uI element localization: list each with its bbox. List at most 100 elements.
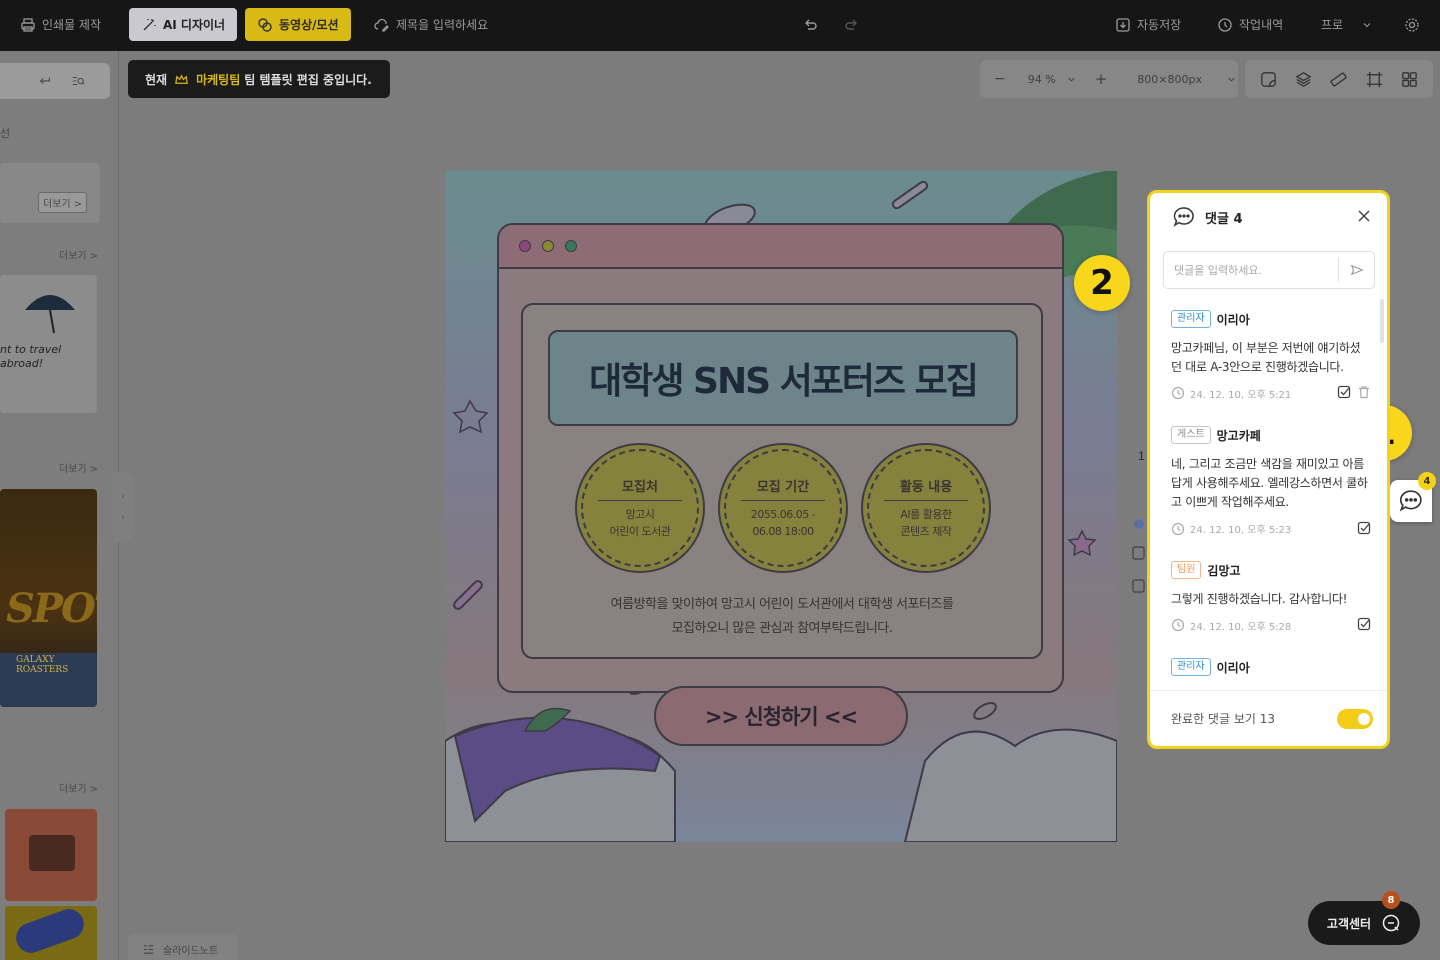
more-link[interactable]: 더보기 > (59, 460, 98, 475)
autosave-button[interactable]: 자동저장 (1115, 8, 1181, 41)
print-button[interactable]: 인쇄물 제작 (20, 8, 101, 41)
undo-button[interactable] (803, 8, 819, 41)
role-badge: 관리자 (1171, 658, 1211, 676)
comment-text: 망고카페님, 이 부분은 저번에 얘기하셨던 대로 A-3안으로 진행하겠습니다… (1171, 341, 1361, 375)
slide-note-label: 슬라이드노트 (163, 945, 219, 957)
chevron-left-icon: ‹ (121, 491, 125, 502)
canvas-size[interactable]: 800×800px (1137, 73, 1202, 86)
poster-description[interactable]: 여름방학을 맞이하여 망고시 어린이 도서관에서 대학생 서포터즈를 모집하오니… (523, 593, 1041, 641)
comment-item[interactable]: 팀원 김망고 그렇게 진행하겠습니다. 감사합니다! 24. 12. 10, 오… (1171, 560, 1371, 633)
completed-comments-toggle[interactable] (1337, 709, 1373, 729)
ruler-icon[interactable] (1329, 70, 1348, 89)
author-name: 이리아 (1216, 312, 1250, 327)
redo-button[interactable] (843, 8, 859, 41)
comment-toggle-button[interactable]: 4 (1390, 472, 1436, 522)
desc-line-1: 여름방학을 맞이하여 망고시 어린이 도서관에서 대학생 서포터즈를 (610, 597, 954, 612)
comment-item[interactable]: 관리자 이리아 (1171, 657, 1371, 677)
template-banner[interactable]: 더보기 > (0, 163, 100, 223)
comments-panel: 댓글 4 댓글을 입력하세요. 관리자 이리아 망고카페님, 이 부분은 저번에… (1147, 190, 1390, 749)
trash-icon[interactable] (1357, 385, 1371, 399)
history-label: 작업내역 (1239, 18, 1284, 32)
help-center-button[interactable]: 고객센터 8 (1308, 891, 1420, 945)
completed-comments-label: 완료한 댓글 보기 13 (1171, 712, 1275, 726)
chevron-right-icon: › (121, 512, 125, 523)
template-thumb-yellow[interactable] (5, 906, 97, 960)
spot-text: SPOT (6, 585, 97, 632)
video-motion-label: 동영상/모션 (279, 18, 339, 32)
completed-comments-row: 완료한 댓글 보기 13 (1150, 690, 1387, 746)
resolve-check-icon[interactable] (1337, 385, 1351, 399)
author-name: 이리아 (1216, 660, 1250, 675)
design-canvas[interactable]: 대학생 SNS 서포터즈 모집 모집처 망고시 어린이 도서관 모집 기간 20… (445, 171, 1117, 842)
template-thumb-spot[interactable]: SPOT GALAXY ROASTERS (0, 489, 97, 707)
zoom-out-button[interactable]: − (994, 71, 1006, 87)
comment-list[interactable]: 관리자 이리아 망고카페님, 이 부분은 저번에 얘기하셨던 대로 A-3안으로… (1150, 299, 1387, 692)
role-badge: 게스트 (1171, 426, 1211, 444)
more-link[interactable]: 더보기 > (59, 247, 98, 262)
chevron-down-icon[interactable] (1066, 74, 1077, 85)
comment-text: 네, 그리고 조금만 색감을 재미있고 아름답게 사용해주세요. 엘레강스하면서… (1171, 457, 1368, 510)
history-button[interactable]: 작업내역 (1217, 8, 1283, 41)
ai-designer-button[interactable]: AI 디자이너 (129, 8, 238, 41)
ai-designer-label: AI 디자이너 (163, 18, 226, 32)
comment-item[interactable]: 관리자 이리아 망고카페님, 이 부분은 저번에 얘기하셨던 대로 A-3안으로… (1171, 309, 1371, 401)
sidebar-collapse-handle[interactable]: ‹ › (113, 472, 133, 542)
chat-search-icon (1382, 914, 1400, 932)
circle-title: 활동 내용 (884, 476, 968, 501)
circle-value: 망고시 (625, 508, 655, 521)
circle-title: 모집 기간 (741, 476, 825, 501)
template-thumb-travel[interactable]: nt to travel abroad! (0, 275, 97, 413)
autosave-label: 자동저장 (1137, 18, 1182, 32)
template-thumb-retro[interactable] (5, 809, 97, 901)
canvas-tools (1245, 60, 1433, 98)
zoom-in-button[interactable]: + (1095, 70, 1108, 88)
comment-item[interactable]: 게스트 망고카페 네, 그리고 조금만 색감을 재미있고 아름답게 사용해주세요… (1171, 425, 1371, 537)
comment-scrollbar[interactable] (1380, 299, 1384, 343)
info-circle-period[interactable]: 모집 기간 2055.06.05 - 06.08 18:00 (718, 443, 848, 573)
video-motion-button[interactable]: 동영상/모션 (245, 8, 351, 41)
printer-icon (21, 17, 35, 32)
history-icon (1218, 17, 1232, 32)
svg-text:1: 1 (1138, 449, 1145, 463)
grid-icon[interactable] (1400, 70, 1419, 89)
step-badge-2: 2 (1074, 255, 1130, 311)
plan-label: 프로 (1321, 18, 1344, 32)
comment-time: 24. 12. 10, 오후 5:21 (1190, 389, 1292, 401)
poster-title[interactable]: 대학생 SNS 서포터즈 모집 (548, 330, 1018, 426)
redo-icon (845, 19, 857, 30)
info-circle-recruiter[interactable]: 모집처 망고시 어린이 도서관 (575, 443, 705, 573)
sidebar-search[interactable] (0, 63, 110, 99)
undo-icon (805, 19, 817, 30)
circle-value: 콘텐츠 제작 (900, 524, 952, 538)
resolve-check-icon[interactable] (1357, 617, 1371, 631)
info-circle-activity[interactable]: 활동 내용 AI를 활용한 콘텐츠 제작 (861, 443, 991, 573)
filter-search-icon[interactable] (70, 74, 86, 88)
comment-input[interactable]: 댓글을 입력하세요. (1163, 251, 1375, 289)
more-button[interactable]: 더보기 > (38, 192, 88, 213)
apply-cta[interactable]: >> 신청하기 << (654, 686, 908, 746)
crown-icon (175, 73, 188, 84)
chevron-down-icon[interactable] (1226, 74, 1237, 85)
help-badge: 8 (1382, 891, 1400, 909)
send-button[interactable] (1338, 258, 1374, 282)
title-input[interactable]: 제목을 입력하세요 (374, 8, 488, 41)
chat-bubble-icon (1399, 490, 1422, 512)
plan-dropdown[interactable]: 프로 (1321, 8, 1373, 41)
zoom-bar: − 94 % + 800×800px (980, 60, 1238, 98)
sticker-icon[interactable] (1259, 70, 1278, 89)
comments-header: 댓글 4 (1150, 193, 1387, 241)
zoom-value[interactable]: 94 % (1028, 73, 1056, 86)
travel-text: nt to travel abroad! (0, 343, 62, 371)
return-icon[interactable] (38, 74, 52, 88)
resolve-check-icon[interactable] (1357, 521, 1371, 535)
team-edit-notice: 현재 마케팅팀 팀 템플릿 편집 중입니다. (128, 60, 390, 98)
slide-note-tab[interactable]: 슬라이드노트 (128, 934, 238, 960)
roasters-text: GALAXY ROASTERS (16, 655, 69, 675)
author-name: 김망고 (1207, 563, 1241, 578)
crop-icon[interactable] (1365, 70, 1384, 89)
layers-icon[interactable] (1294, 70, 1313, 89)
close-icon[interactable] (1355, 207, 1373, 225)
circle-value: 2055.06.05 - (750, 508, 816, 521)
settings-button[interactable] (1404, 8, 1420, 41)
more-link[interactable]: 더보기 > (59, 780, 98, 795)
